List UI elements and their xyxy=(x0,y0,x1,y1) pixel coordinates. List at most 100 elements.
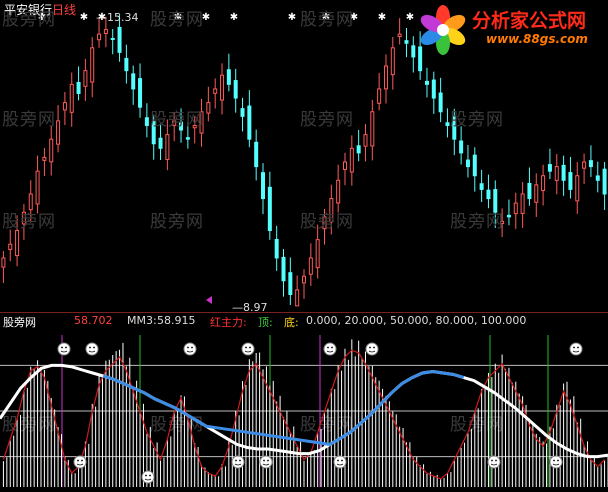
candle xyxy=(206,86,211,122)
candle xyxy=(76,66,81,101)
candle xyxy=(431,71,436,114)
watermark: 股旁网 xyxy=(300,212,354,232)
smiley-icon xyxy=(141,470,155,484)
candle-body xyxy=(90,47,95,83)
candle xyxy=(390,36,395,90)
watermark: 股旁网 xyxy=(450,212,504,232)
candle xyxy=(62,92,67,126)
candle-body xyxy=(431,79,436,99)
candle-body xyxy=(315,239,320,269)
candle-body xyxy=(274,238,279,259)
candle xyxy=(561,155,566,196)
smiley-icon xyxy=(85,342,99,356)
candle-body xyxy=(479,183,484,190)
smiley-icon xyxy=(323,342,337,356)
candle xyxy=(315,224,320,279)
candle xyxy=(465,144,470,178)
candle-body xyxy=(281,256,286,282)
candle-body xyxy=(302,275,306,284)
candle-body xyxy=(261,172,266,200)
candle-body xyxy=(124,57,129,72)
candle-body xyxy=(35,170,40,205)
smiley-icon xyxy=(231,455,245,469)
indicator-panel[interactable] xyxy=(0,327,608,492)
candle-body xyxy=(76,81,81,94)
candle-body xyxy=(506,214,511,218)
candle xyxy=(472,147,477,192)
candle-body xyxy=(213,88,218,94)
candle xyxy=(547,148,552,180)
candle-body xyxy=(486,189,491,200)
candle-body xyxy=(110,37,115,40)
candle xyxy=(445,108,450,138)
smiley-icon xyxy=(487,455,501,469)
candle xyxy=(370,99,375,161)
candle xyxy=(582,153,587,185)
candle-body xyxy=(254,141,259,168)
candle xyxy=(438,77,443,123)
candle-body xyxy=(383,65,388,90)
candle xyxy=(356,129,361,162)
candle-body xyxy=(445,122,450,126)
candle xyxy=(226,53,231,92)
candle-body xyxy=(349,147,354,173)
watermark: 股旁网 xyxy=(150,10,204,30)
candle xyxy=(349,135,354,186)
candle xyxy=(69,72,74,127)
candle xyxy=(383,54,388,104)
candle xyxy=(295,275,300,307)
candle xyxy=(138,63,143,118)
candle-body xyxy=(561,164,566,181)
candle xyxy=(274,225,279,271)
candle-body xyxy=(226,69,231,85)
candle xyxy=(110,28,115,55)
candle-body xyxy=(534,184,539,203)
candle xyxy=(35,155,40,214)
candle-body xyxy=(513,202,518,215)
candle xyxy=(602,161,607,210)
candle-body xyxy=(397,33,402,37)
signal-star-icon: ✱ xyxy=(378,12,386,23)
candle-body xyxy=(575,175,580,202)
candle xyxy=(595,161,600,193)
candle-body xyxy=(547,164,552,172)
candle xyxy=(506,199,511,226)
candle xyxy=(240,97,245,132)
candle-body xyxy=(438,92,443,113)
candle-body xyxy=(595,175,600,181)
candle xyxy=(424,67,429,98)
candle xyxy=(520,181,525,228)
signal-star-icon: ✱ xyxy=(230,12,238,23)
candle-body xyxy=(69,83,74,113)
candle xyxy=(588,145,593,177)
candle xyxy=(363,124,368,162)
candle-body xyxy=(363,134,368,147)
watermark: 股旁网 xyxy=(2,212,56,232)
candle xyxy=(56,105,61,153)
candle-body xyxy=(568,172,573,190)
candle xyxy=(281,249,286,297)
candle-body xyxy=(42,156,47,161)
candle-body xyxy=(144,117,149,126)
smiley-icon xyxy=(241,342,255,356)
watermark: 股旁网 xyxy=(150,110,204,130)
candle xyxy=(261,163,266,215)
price-high-label: —15.34 xyxy=(96,11,139,24)
smiley-icon xyxy=(259,455,273,469)
candle-body xyxy=(15,230,20,257)
mm3-value: 58.915 xyxy=(157,314,196,327)
watermark: 股旁网 xyxy=(300,10,354,30)
candle xyxy=(42,148,47,176)
candle-body xyxy=(56,120,61,145)
candle xyxy=(49,126,54,176)
brand-url: www.88gs.com xyxy=(486,32,588,46)
candle xyxy=(554,153,559,195)
candle xyxy=(144,103,149,138)
candle xyxy=(534,173,539,217)
low-marker-icon xyxy=(206,296,212,304)
candle-body xyxy=(240,108,245,117)
candle xyxy=(124,44,129,84)
candle-body xyxy=(8,243,13,250)
signal-star-icon: ✱ xyxy=(80,12,88,23)
indicator-chart[interactable] xyxy=(0,327,608,492)
